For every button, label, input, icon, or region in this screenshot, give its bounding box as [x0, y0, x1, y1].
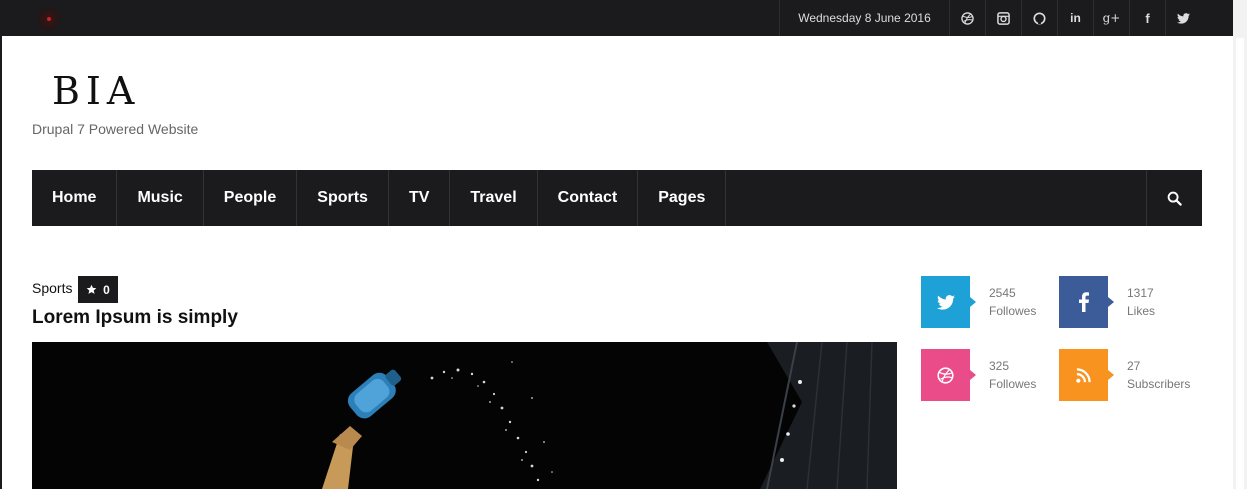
twitter-icon[interactable] — [921, 276, 976, 328]
search-icon[interactable] — [1146, 170, 1202, 226]
dribbble-counter[interactable]: 325 Followes — [921, 349, 1056, 401]
article-image[interactable] — [32, 342, 897, 489]
facebook-count: 1317 — [1127, 286, 1154, 300]
dribbble-label: Followes — [989, 377, 1037, 391]
loading-indicator — [36, 6, 62, 32]
facebook-label: Likes — [1127, 304, 1156, 318]
rss-icon[interactable] — [1059, 349, 1114, 401]
linkedin-icon[interactable]: in — [1057, 0, 1093, 36]
rating-badge: 0 — [78, 276, 118, 303]
scrollbar-thumb[interactable] — [1236, 38, 1244, 489]
facebook-icon[interactable] — [1059, 276, 1114, 328]
article-category[interactable]: Sports — [32, 280, 72, 296]
rss-counter[interactable]: 27 Subscribers — [1059, 349, 1194, 401]
nav-item-contact[interactable]: Contact — [538, 170, 639, 226]
rating-count: 0 — [103, 282, 110, 297]
nav-item-sports[interactable]: Sports — [297, 170, 389, 226]
main-navigation: Home Music People Sports TV Travel Conta… — [32, 170, 1202, 226]
topbar-social-links: in g+ f — [949, 0, 1201, 36]
instagram-icon[interactable] — [985, 0, 1021, 36]
nav-item-people[interactable]: People — [204, 170, 298, 226]
rss-count: 27 — [1127, 359, 1141, 373]
twitter-icon[interactable] — [1165, 0, 1201, 36]
google-plus-icon[interactable]: g+ — [1093, 0, 1129, 36]
dribbble-count: 325 — [989, 359, 1010, 373]
site-tagline: Drupal 7 Powered Website — [32, 121, 199, 137]
facebook-counter[interactable]: 1317 Likes — [1059, 276, 1194, 328]
article-title[interactable]: Lorem Ipsum is simply — [32, 307, 238, 329]
top-bar: Wednesday 8 June 2016 in g+ f — [0, 0, 1233, 36]
dribbble-icon[interactable] — [949, 0, 985, 36]
twitter-count: 2545 — [989, 286, 1016, 300]
github-icon[interactable] — [1021, 0, 1057, 36]
loading-dot — [47, 17, 51, 21]
star-icon — [86, 284, 97, 294]
facebook-icon[interactable]: f — [1129, 0, 1165, 36]
nav-item-travel[interactable]: Travel — [450, 170, 538, 226]
site-logo[interactable]: BIA — [52, 72, 140, 110]
facebook-text: f — [1145, 10, 1150, 26]
nav-item-music[interactable]: Music — [117, 170, 204, 226]
twitter-counter[interactable]: 2545 Followes — [921, 276, 1056, 328]
nav-item-tv[interactable]: TV — [389, 170, 451, 226]
current-date: Wednesday 8 June 2016 — [779, 0, 949, 36]
scrollbar[interactable] — [1233, 0, 1247, 489]
dribbble-icon[interactable] — [921, 349, 976, 401]
google-plus-text: g+ — [1102, 11, 1121, 25]
nav-item-pages[interactable]: Pages — [638, 170, 727, 226]
page-content: BIA Drupal 7 Powered Website Home Music … — [2, 36, 1233, 489]
linkedin-text: in — [1070, 11, 1081, 25]
nav-item-home[interactable]: Home — [32, 170, 118, 226]
twitter-label: Followes — [989, 304, 1037, 318]
rss-label: Subscribers — [1127, 377, 1191, 391]
